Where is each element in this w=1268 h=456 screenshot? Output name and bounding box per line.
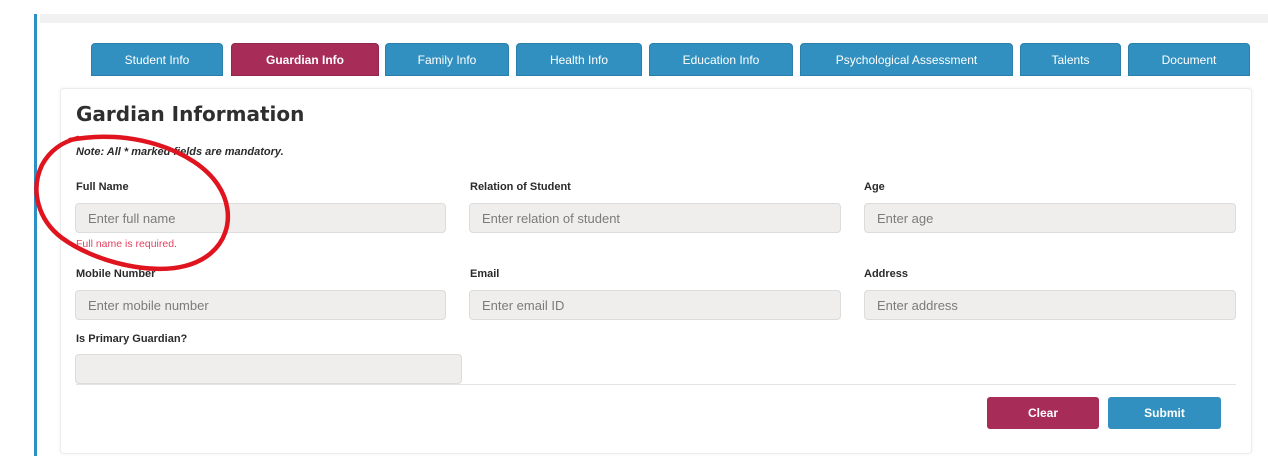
submit-button[interactable]: Submit	[1108, 397, 1221, 429]
form-title: Gardian Information	[76, 102, 305, 126]
primary-guardian-label: Is Primary Guardian?	[76, 333, 188, 345]
tab-document[interactable]: Document	[1128, 43, 1250, 76]
clear-button[interactable]: Clear	[987, 397, 1099, 429]
full-name-error: Full name is required.	[76, 238, 177, 250]
tab-student-info[interactable]: Student Info	[91, 43, 223, 76]
tab-family-info[interactable]: Family Info	[385, 43, 509, 76]
mobile-input[interactable]	[75, 290, 446, 320]
mandatory-note: Note: All * marked fields are mandatory.	[76, 146, 284, 158]
tab-talents[interactable]: Talents	[1020, 43, 1121, 76]
email-label: Email	[470, 268, 500, 280]
tab-psychological-assessment[interactable]: Psychological Assessment	[800, 43, 1013, 76]
age-input[interactable]	[864, 203, 1236, 233]
relation-input[interactable]	[469, 203, 841, 233]
form-divider	[76, 384, 1236, 385]
address-label: Address	[864, 268, 909, 280]
tab-education-info[interactable]: Education Info	[649, 43, 793, 76]
address-input[interactable]	[864, 290, 1236, 320]
full-name-input[interactable]	[75, 203, 446, 233]
email-input[interactable]	[469, 290, 841, 320]
tab-health-info[interactable]: Health Info	[516, 43, 642, 76]
age-label: Age	[864, 181, 885, 193]
relation-label: Relation of Student	[470, 181, 571, 193]
left-border	[34, 14, 37, 456]
tab-guardian-info[interactable]: Guardian Info	[231, 43, 379, 76]
full-name-label: Full Name	[76, 181, 129, 193]
mobile-label: Mobile Number	[76, 268, 156, 280]
primary-guardian-select[interactable]	[75, 354, 462, 384]
top-strip	[40, 14, 1268, 23]
